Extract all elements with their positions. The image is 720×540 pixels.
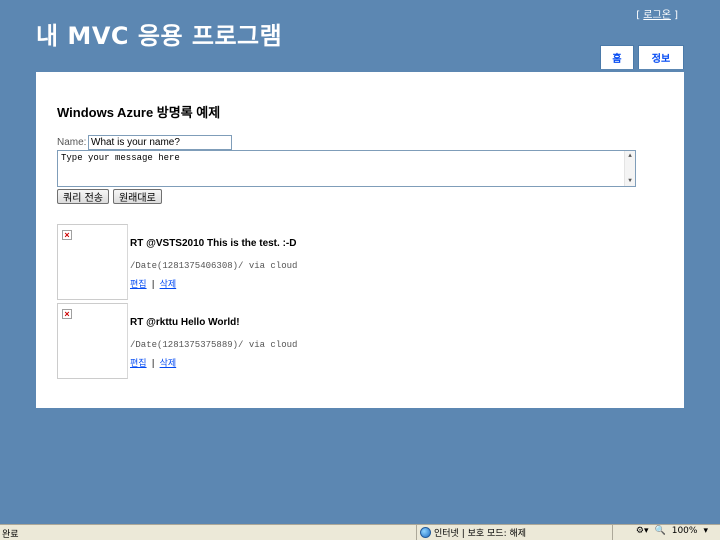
page-title: Windows Azure 방명록 예제 [57,105,221,120]
globe-icon [420,527,431,538]
protected-mode-icon[interactable]: ⚙▾ [636,526,649,536]
entry-photo: × [57,224,128,300]
message-text: Type your message here [61,153,180,163]
action-separator: | [151,280,155,290]
zoom-icon[interactable]: 🔍 [655,526,666,536]
entry-actions: 편집 | 삭제 [130,277,176,290]
status-text: 완료 [2,530,19,540]
login-display: [ 로그온 ] [636,6,678,21]
name-input[interactable] [88,135,232,150]
menu-tab-home[interactable]: 홈 [600,45,634,69]
status-divider [416,525,417,540]
entry-meta: /Date(1281375375889)/ via cloud [130,340,298,350]
status-divider [612,525,613,540]
entry-actions: 편집 | 삭제 [130,356,176,369]
menu-tab-about[interactable]: 정보 [638,45,684,69]
guestbook-entry: × RT @VSTS2010 This is the test. :-D /Da… [57,224,657,300]
form-buttons: 쿼리 전송 원래대로 [57,189,162,204]
login-bracket-close: ] [670,10,678,21]
browser-status-bar: 완료 인터넷 | 보호 모드: 해제 ⚙▾ 🔍 100% ▾ [0,524,720,540]
message-textarea[interactable]: Type your message here ▲ ▼ [57,150,636,187]
zoom-dropdown-icon[interactable]: ▾ [703,526,708,536]
status-tools: ⚙▾ 🔍 100% ▾ [636,526,708,536]
security-zone-label: 인터넷 | 보호 모드: 해제 [434,529,527,539]
guestbook-entry: × RT @rkttu Hello World! /Date(128137537… [57,303,657,379]
app-title: 내 MVC 응용 프로그램 [36,22,283,50]
scroll-down-arrow-icon[interactable]: ▼ [625,176,635,186]
scroll-up-arrow-icon[interactable]: ▲ [625,151,635,161]
security-zone[interactable]: 인터넷 | 보호 모드: 해제 [420,526,526,539]
edit-link[interactable]: 편집 [130,359,147,369]
entry-message: RT @VSTS2010 This is the test. :-D [130,238,297,249]
delete-link[interactable]: 삭제 [160,359,177,369]
delete-link[interactable]: 삭제 [160,280,177,290]
broken-image-icon: × [62,230,72,240]
reset-button[interactable]: 원래대로 [112,189,162,204]
entry-photo: × [57,303,128,379]
name-label: Name: [57,137,87,148]
action-separator: | [151,359,155,369]
edit-link[interactable]: 편집 [130,280,147,290]
message-scrollbar[interactable]: ▲ ▼ [624,151,635,186]
entry-meta: /Date(1281375406308)/ via cloud [130,261,298,271]
entry-message: RT @rkttu Hello World! [130,317,240,328]
main-menu: 홈 정보 [600,45,684,69]
submit-button[interactable]: 쿼리 전송 [57,189,109,204]
main-content: Windows Azure 방명록 예제 Name: Type your mes… [36,72,684,408]
logon-link[interactable]: 로그온 [643,10,671,21]
zoom-level[interactable]: 100% [672,526,698,536]
broken-image-icon: × [62,309,72,319]
